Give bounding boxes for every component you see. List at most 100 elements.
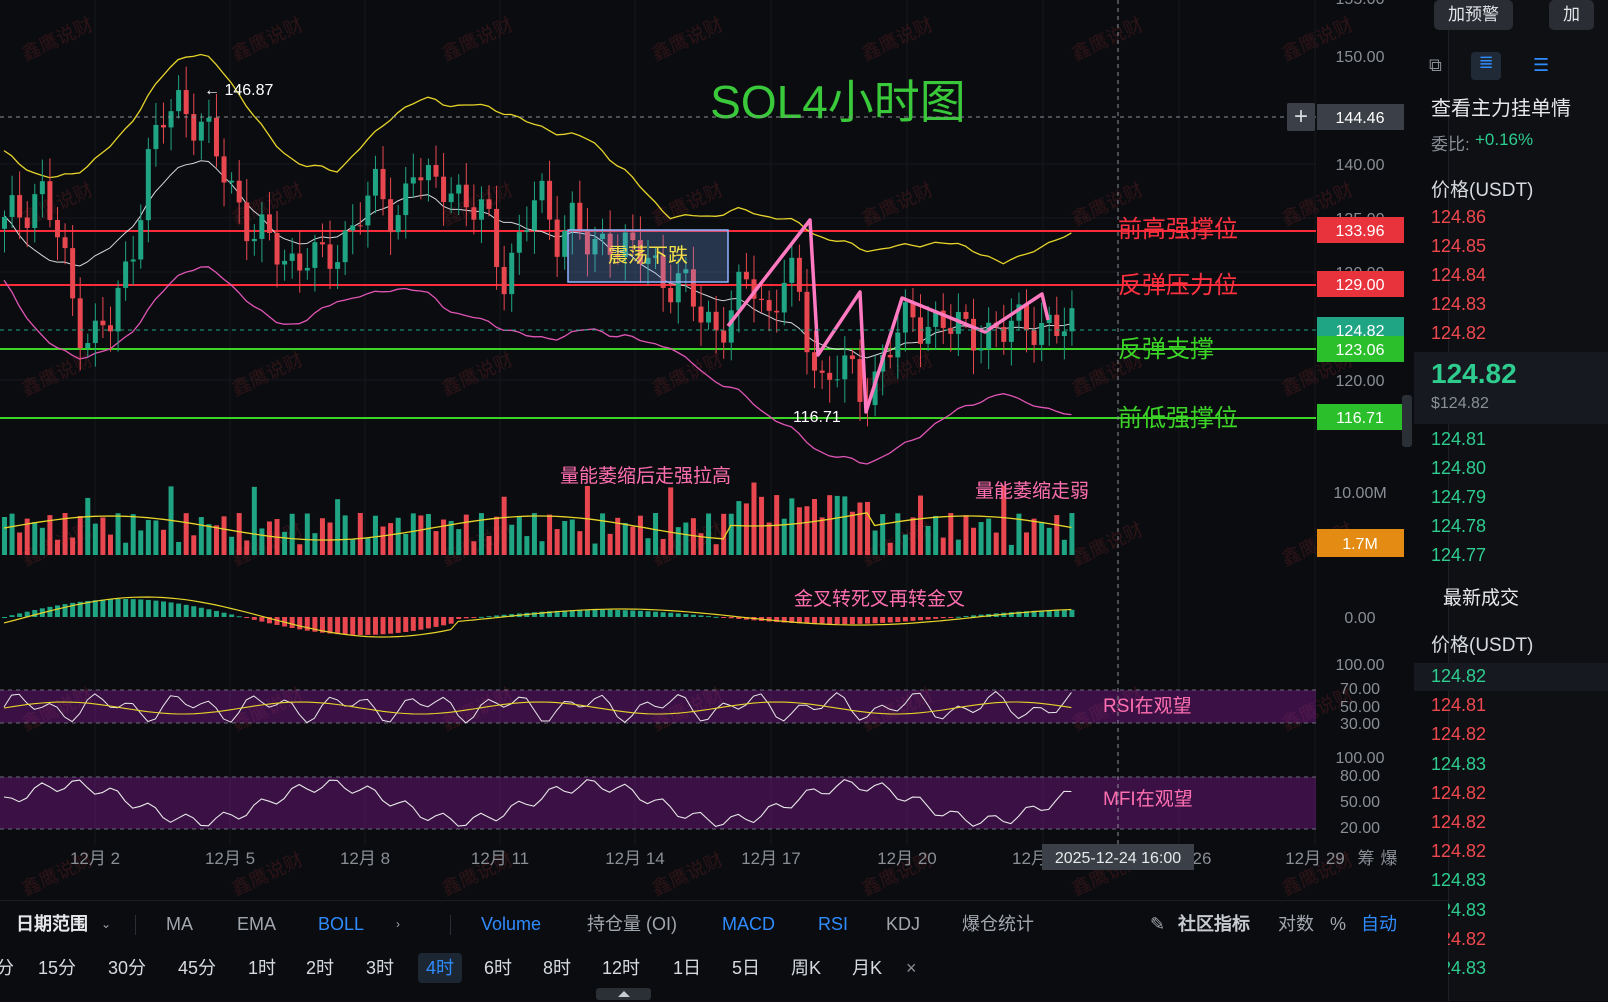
timeframe-14[interactable]: 月K	[852, 953, 882, 983]
candle-body	[342, 230, 348, 263]
candle-body	[524, 230, 530, 233]
ask-price[interactable]: 124.84	[1431, 265, 1486, 286]
bid-price[interactable]: 124.77	[1431, 545, 1486, 566]
orderbook-list-icon[interactable]: ☰	[1533, 55, 1549, 76]
timeframe-11[interactable]: 1日	[673, 953, 701, 983]
bid-price[interactable]: 124.78	[1431, 516, 1486, 537]
oi-button[interactable]: 持仓量 (OI)	[587, 909, 677, 939]
macd-bar	[289, 617, 295, 629]
volume-bar	[236, 513, 242, 555]
volume-bar	[9, 513, 15, 555]
macd-button[interactable]: MACD	[722, 909, 775, 939]
chart-title: SOL4小时图	[710, 76, 966, 128]
macd-bar	[350, 617, 356, 635]
timeframe-7[interactable]: 4时	[418, 953, 463, 983]
bid-price[interactable]: 124.79	[1431, 487, 1486, 508]
timeframe-12[interactable]: 5日	[732, 953, 760, 983]
timeframe-4[interactable]: 1时	[248, 953, 276, 983]
auto-scale-button[interactable]: 自动	[1361, 909, 1397, 939]
volume-bar	[796, 507, 802, 555]
macd-bar	[92, 600, 98, 617]
chart-area[interactable]: 鑫鹰说财 鑫鹰说财 鑫鹰说财 鑫鹰说财 鑫鹰说财 鑫鹰说财 鑫鹰说财 鑫鹰说财 鑫鹰说财 鑫鹰说财…	[0, 0, 1412, 900]
percent-scale-button[interactable]: %	[1330, 909, 1346, 939]
ask-price[interactable]: 124.86	[1431, 207, 1486, 228]
timeframe-3[interactable]: 45分	[178, 953, 216, 983]
edit-icon[interactable]: ✎	[1150, 909, 1165, 939]
trade-price[interactable]: 124.83	[1431, 754, 1486, 775]
macd-bar	[198, 607, 204, 617]
timeframe-0[interactable]: 分	[0, 953, 14, 983]
macd-bar	[441, 617, 447, 626]
macd-bar	[153, 600, 159, 617]
date-range-button[interactable]: 日期范围	[16, 909, 88, 939]
macd-bar	[577, 610, 583, 617]
trades-title[interactable]: 最新成交	[1443, 583, 1519, 610]
chevron-down-icon[interactable]: ⌄	[101, 909, 111, 939]
candle-body	[388, 199, 394, 233]
volume-bar	[297, 544, 303, 555]
trade-price[interactable]: 124.81	[1431, 695, 1486, 716]
orderbook-split-icon[interactable]: ≣	[1471, 52, 1501, 80]
candle-body	[274, 232, 280, 265]
macd-bar	[130, 599, 136, 617]
rsi-button[interactable]: RSI	[818, 909, 848, 939]
candle-body	[456, 184, 462, 194]
timeframe-8[interactable]: 6时	[484, 953, 512, 983]
ask-price[interactable]: 124.82	[1431, 323, 1486, 344]
trade-price[interactable]: 124.82	[1431, 812, 1486, 833]
volume-bar	[637, 515, 643, 555]
timeframe-13[interactable]: 周K	[791, 953, 821, 983]
timeframe-6[interactable]: 3时	[366, 953, 394, 983]
community-indicators-button[interactable]: 社区指标	[1178, 909, 1250, 939]
volume-note-2: 量能萎缩走弱	[975, 480, 1089, 502]
macd-bar	[123, 599, 129, 617]
candle-body	[395, 215, 401, 233]
x-tick-label: 26	[1193, 849, 1212, 868]
volume-bar	[789, 498, 795, 555]
macd-bar	[335, 617, 341, 635]
trade-price[interactable]: 124.83	[1431, 870, 1486, 891]
add-alert-button[interactable]: 加预警	[1434, 0, 1513, 30]
boll-button[interactable]: BOLL	[318, 909, 364, 939]
ask-price[interactable]: 124.85	[1431, 236, 1486, 257]
timeframe-1[interactable]: 15分	[38, 953, 76, 983]
timeframe-9[interactable]: 8时	[543, 953, 571, 983]
chevron-right-icon[interactable]: ›	[396, 909, 400, 939]
price-tag-label: 144.46	[1336, 110, 1385, 127]
timeframe-2[interactable]: 30分	[108, 953, 146, 983]
macd-bar	[251, 617, 257, 620]
volume-bar	[607, 533, 613, 555]
orderbook-view-icon[interactable]: ⧉	[1429, 55, 1442, 76]
candle-body	[39, 181, 45, 195]
candle-body	[713, 311, 719, 331]
close-icon[interactable]: ×	[906, 953, 917, 983]
trade-price[interactable]: 124.82	[1431, 724, 1486, 745]
panel-scroll-handle[interactable]	[1402, 395, 1412, 447]
ma-button[interactable]: MA	[166, 909, 193, 939]
candle-body	[1061, 331, 1067, 337]
timeframe-10[interactable]: 12时	[602, 953, 640, 983]
trade-price[interactable]: 124.82	[1431, 783, 1486, 804]
log-scale-button[interactable]: 对数	[1278, 909, 1314, 939]
candle-body	[145, 149, 151, 221]
candlestick-chart[interactable]: 鑫鹰说财 鑫鹰说财 鑫鹰说财 鑫鹰说财 鑫鹰说财 鑫鹰说财 鑫鹰说财鑫鹰说财 鑫鹰说财 鑫鹰说财…	[0, 0, 1410, 900]
timeframe-5[interactable]: 2时	[306, 953, 334, 983]
volume-button[interactable]: Volume	[481, 909, 541, 939]
price-tag-label: 123.06	[1336, 342, 1385, 359]
trade-price[interactable]: 124.82	[1431, 841, 1486, 862]
ask-price[interactable]: 124.83	[1431, 294, 1486, 315]
macd-bar	[706, 616, 712, 618]
orders-title[interactable]: 查看主力挂单情	[1431, 92, 1571, 121]
candle-body	[789, 257, 795, 283]
ema-button[interactable]: EMA	[237, 909, 276, 939]
liquidation-button[interactable]: 爆仓统计	[962, 909, 1034, 939]
range-box-label: 震荡下跌	[608, 244, 688, 267]
kdj-button[interactable]: KDJ	[886, 909, 920, 939]
macd-bar	[403, 617, 409, 632]
bid-price[interactable]: 124.81	[1431, 429, 1486, 450]
collapse-handle[interactable]	[596, 988, 651, 1000]
trade-price[interactable]: 124.82	[1431, 666, 1486, 687]
add-button[interactable]: 加	[1549, 0, 1594, 30]
candle-body	[819, 370, 825, 373]
bid-price[interactable]: 124.80	[1431, 458, 1486, 479]
